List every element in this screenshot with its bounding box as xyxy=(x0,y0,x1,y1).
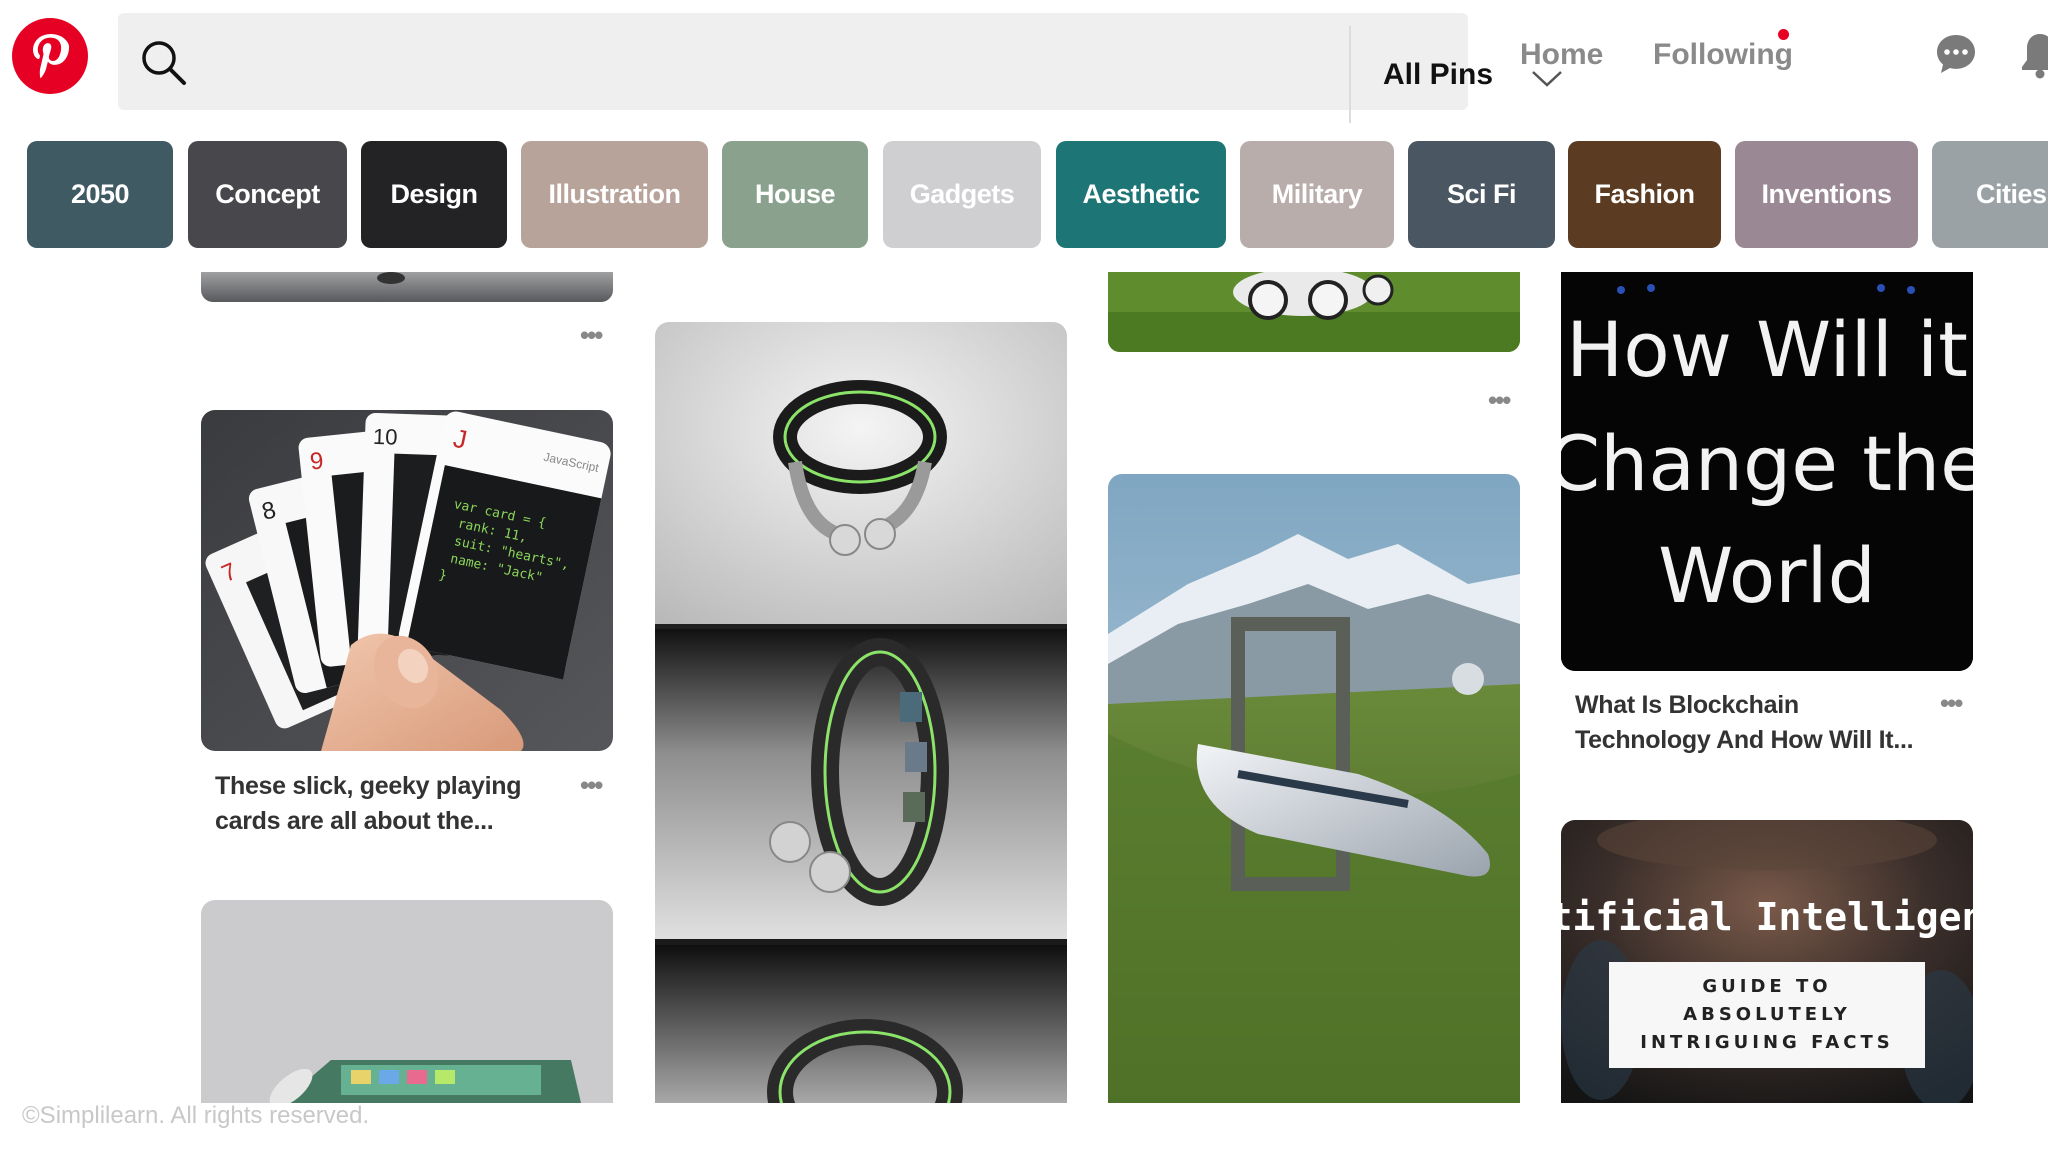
pin-image-playing-cards[interactable]: 7 8 9 10 J JavaScript var card = { rank:… xyxy=(201,410,613,751)
blockchain-title-line: Change the xyxy=(1561,419,1973,508)
pin-image-blockchain[interactable]: How Will it Change the World xyxy=(1561,272,1973,671)
pin-caption[interactable]: What Is Blockchain Technology And How Wi… xyxy=(1575,688,1935,758)
chip-2050[interactable]: 2050 xyxy=(27,141,173,248)
chip-label: Military xyxy=(1271,179,1363,209)
blockchain-title-line: How Will it xyxy=(1566,305,1968,394)
copyright-watermark: ©Simplilearn. All rights reserved. xyxy=(22,1102,370,1129)
pin-caption[interactable]: These slick, geeky playing cards are all… xyxy=(215,769,535,839)
nav-home[interactable]: Home xyxy=(1520,38,1603,72)
search-bar[interactable]: All Pins xyxy=(118,13,1562,123)
chip-sci-fi[interactable]: Sci Fi xyxy=(1408,141,1555,248)
ai-guide-subtitle-line: INTRIGUING FACTS xyxy=(1640,1032,1893,1053)
bell-icon[interactable] xyxy=(2020,30,2048,80)
ai-guide-subtitle-line: ABSOLUTELY xyxy=(1683,1004,1851,1025)
chip-label: Sci Fi xyxy=(1446,179,1517,209)
chip-label: Inventions xyxy=(1761,179,1892,209)
chip-cities[interactable]: Cities xyxy=(1932,141,2048,248)
chip-house[interactable]: House xyxy=(722,141,868,248)
chip-label: Illustration xyxy=(548,179,681,209)
chip-label: Fashion xyxy=(1594,179,1695,209)
chip-label: House xyxy=(754,179,836,209)
chip-label: Design xyxy=(390,179,478,209)
search-scope-label: All Pins xyxy=(1383,57,1494,91)
more-options-icon[interactable]: ••• xyxy=(1488,387,1511,413)
pin-image-graphic xyxy=(201,272,613,302)
more-options-icon[interactable]: ••• xyxy=(580,322,603,348)
chip-design[interactable]: Design xyxy=(361,141,507,248)
chip-concept[interactable]: Concept xyxy=(188,141,347,248)
pinterest-p-icon xyxy=(33,34,70,79)
robot-grass-image xyxy=(1108,272,1520,352)
pin-image-smart-bracelet[interactable] xyxy=(655,322,1067,1103)
category-chip-row: 2050 Concept Design Illustration House G… xyxy=(0,141,2048,248)
bracelet-image xyxy=(655,322,1067,1103)
chat-bubble-icon[interactable] xyxy=(1934,32,1978,76)
pin-image-flying-train[interactable] xyxy=(1108,474,1520,1103)
chip-label: Cities xyxy=(1976,179,2047,209)
more-options-icon[interactable]: ••• xyxy=(1940,690,1963,716)
chip-label: Aesthetic xyxy=(1082,179,1200,209)
gadget-image xyxy=(201,900,613,1103)
pin-image-gadget[interactable] xyxy=(201,900,613,1103)
chip-illustration[interactable]: Illustration xyxy=(521,141,708,248)
chip-label: 2050 xyxy=(70,179,130,209)
card-rank-9: 9 xyxy=(309,447,325,475)
nav-following[interactable]: Following xyxy=(1653,38,1793,72)
chip-military[interactable]: Military xyxy=(1240,141,1394,248)
chip-fashion[interactable]: Fashion xyxy=(1568,141,1721,248)
ai-guide-graphic: Artificial Intelligence GUIDE TO ABSOLUT… xyxy=(1561,820,1973,1103)
chip-label: Gadgets xyxy=(909,179,1015,209)
blockchain-title-line: World xyxy=(1658,531,1876,620)
pin-image-partial[interactable] xyxy=(201,272,613,302)
pin-image-robot-grass[interactable] xyxy=(1108,272,1520,352)
chip-inventions[interactable]: Inventions xyxy=(1735,141,1918,248)
more-options-icon[interactable]: ••• xyxy=(580,772,603,798)
pinterest-logo[interactable] xyxy=(12,18,88,94)
pin-image-ai-guide[interactable]: Artificial Intelligence GUIDE TO ABSOLUT… xyxy=(1561,820,1973,1103)
following-notification-dot xyxy=(1778,29,1789,40)
search-input[interactable] xyxy=(208,33,1312,91)
playing-cards-image: 7 8 9 10 J JavaScript var card = { rank:… xyxy=(201,410,613,751)
ai-guide-subtitle-line: GUIDE TO xyxy=(1702,976,1831,997)
flying-train-image xyxy=(1108,474,1520,1103)
chip-gadgets[interactable]: Gadgets xyxy=(883,141,1041,248)
chip-label: Concept xyxy=(215,179,320,209)
search-icon[interactable] xyxy=(138,37,190,89)
card-rank-10: 10 xyxy=(373,424,398,450)
ai-guide-title: Artificial Intelligence xyxy=(1561,895,1973,939)
chip-aesthetic[interactable]: Aesthetic xyxy=(1056,141,1226,248)
blockchain-graphic: How Will it Change the World xyxy=(1561,272,1973,671)
